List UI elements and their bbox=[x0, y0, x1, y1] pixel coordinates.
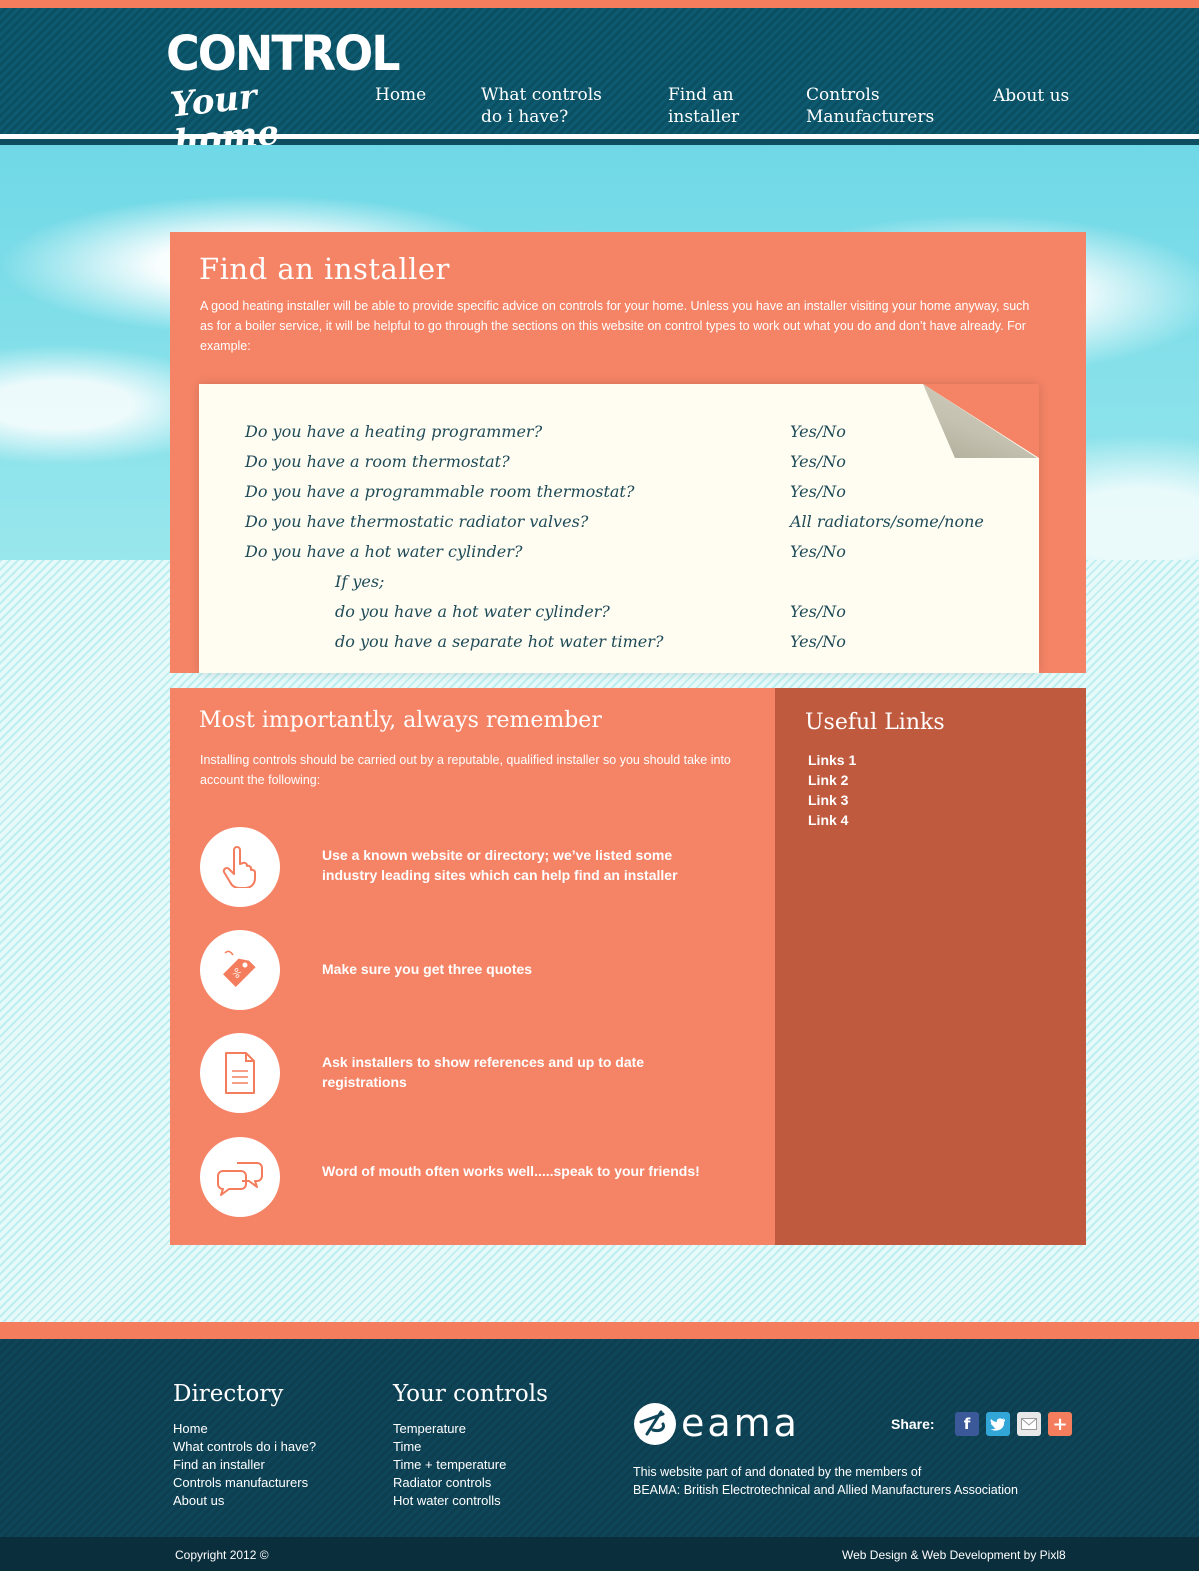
footer-controls-title: Your controls bbox=[393, 1381, 548, 1407]
twitter-icon[interactable] bbox=[986, 1412, 1010, 1436]
answer-text: Yes/No bbox=[790, 602, 846, 621]
credit-link[interactable]: Web Design & Web Development by Pixl8 bbox=[842, 1548, 1066, 1562]
footer-link[interactable]: Radiator controls bbox=[393, 1474, 506, 1492]
tip-text: Use a known website or directory; we’ve … bbox=[322, 847, 678, 883]
question-text: Do you have thermostatic radiator valves… bbox=[245, 512, 589, 531]
remember-title: Most importantly, always remember bbox=[199, 708, 602, 733]
beama-logo-mark: eama bbox=[634, 1401, 800, 1445]
plus-icon[interactable]: + bbox=[1048, 1412, 1072, 1436]
useful-link[interactable]: Link 2 bbox=[808, 770, 856, 790]
facebook-icon[interactable]: f bbox=[955, 1412, 979, 1436]
answer-text: Yes/No bbox=[790, 452, 846, 471]
tip-text: Word of mouth often works well.....speak… bbox=[322, 1163, 700, 1179]
find-intro-text: A good heating installer will be able to… bbox=[200, 299, 1030, 353]
answer-text: Yes/No bbox=[790, 482, 846, 501]
question-text: Do you have a room thermostat? bbox=[245, 452, 510, 471]
question-text: do you have a separate hot water timer? bbox=[335, 632, 664, 651]
nav-find-label-2: installer bbox=[668, 107, 740, 127]
footer-link[interactable]: Time bbox=[393, 1438, 506, 1456]
nav-about-us[interactable]: About us bbox=[993, 85, 1069, 107]
tip-text: Ask installers to show references and up… bbox=[322, 1054, 645, 1090]
tip-icon-circle bbox=[200, 1033, 280, 1113]
footer-link[interactable]: Temperature bbox=[393, 1420, 506, 1438]
useful-link[interactable]: Link 3 bbox=[808, 790, 856, 810]
footer-link[interactable]: Home bbox=[173, 1420, 316, 1438]
copyright-text: Copyright 2012 © bbox=[175, 1548, 269, 1562]
nav-manufacturers-label-2: Manufacturers bbox=[806, 107, 935, 127]
document-icon bbox=[225, 1052, 255, 1094]
nav-manufacturers-label-1: Controls bbox=[806, 85, 880, 105]
remember-panel: Most importantly, always remember Instal… bbox=[170, 688, 775, 1245]
question-text: Do you have a heating programmer? bbox=[245, 422, 543, 441]
page-title: Find an installer bbox=[199, 252, 450, 286]
useful-links-title: Useful Links bbox=[805, 710, 945, 735]
answer-text: All radiators/some/none bbox=[790, 512, 984, 531]
nav-home-label: Home bbox=[375, 85, 427, 105]
nav-find-label-1: Find an bbox=[668, 85, 734, 105]
beama-logo-text: eama bbox=[681, 1401, 800, 1445]
nav-about-label: About us bbox=[993, 86, 1070, 106]
useful-link[interactable]: Link 4 bbox=[808, 810, 856, 830]
beama-line-1: This website part of and donated by the … bbox=[633, 1465, 922, 1479]
nav-find-installer[interactable]: Find an installer bbox=[668, 84, 739, 128]
nav-what-controls-label-2: do i have? bbox=[481, 107, 569, 127]
question-text: If yes; bbox=[335, 572, 385, 591]
footer-directory-list: Home What controls do i have? Find an in… bbox=[173, 1420, 316, 1510]
question-text: Do you have a programmable room thermost… bbox=[245, 482, 635, 501]
question-note-card: Do you have a heating programmer? Yes/No… bbox=[199, 384, 1039, 673]
footer-link[interactable]: Hot water controlls bbox=[393, 1492, 506, 1510]
footer-accent-stripe bbox=[0, 1322, 1199, 1339]
useful-links-panel: Useful Links Links 1 Link 2 Link 3 Link … bbox=[775, 688, 1086, 1245]
answer-text: Yes/No bbox=[790, 542, 846, 561]
footer-controls-list: Temperature Time Time + temperature Radi… bbox=[393, 1420, 506, 1510]
twitter-bird-glyph bbox=[990, 1418, 1005, 1431]
nav-home[interactable]: Home bbox=[375, 84, 426, 106]
remember-intro-text: Installing controls should be carried ou… bbox=[200, 753, 731, 787]
footer-link[interactable]: What controls do i have? bbox=[173, 1438, 316, 1456]
answer-text: Yes/No bbox=[790, 422, 846, 441]
top-accent-stripe bbox=[0, 0, 1199, 8]
question-text: Do you have a hot water cylinder? bbox=[245, 542, 523, 561]
email-icon[interactable] bbox=[1017, 1412, 1041, 1436]
find-installer-panel: Find an installer A good heating install… bbox=[170, 232, 1086, 673]
footer-link[interactable]: Find an installer bbox=[173, 1456, 316, 1474]
share-label: Share: bbox=[891, 1416, 935, 1432]
speech-bubbles-icon bbox=[217, 1162, 263, 1196]
beama-logo[interactable]: eama bbox=[633, 1400, 823, 1448]
tip-icon-circle bbox=[200, 827, 280, 907]
footer-link[interactable]: Time + temperature bbox=[393, 1456, 506, 1474]
useful-link[interactable]: Links 1 bbox=[808, 750, 856, 770]
footer-link[interactable]: About us bbox=[173, 1492, 316, 1510]
tip-icon-circle: % bbox=[200, 930, 280, 1010]
envelope-glyph bbox=[1021, 1418, 1037, 1430]
footer-directory-title: Directory bbox=[173, 1381, 284, 1407]
footer-link[interactable]: Controls manufacturers bbox=[173, 1474, 316, 1492]
question-text: do you have a hot water cylinder? bbox=[335, 602, 610, 621]
site-logo[interactable]: CONTROL Your home bbox=[166, 27, 401, 164]
tip-icon-circle bbox=[200, 1137, 280, 1217]
hand-pointer-icon bbox=[222, 846, 256, 888]
nav-manufacturers[interactable]: Controls Manufacturers bbox=[806, 84, 934, 128]
answer-text: Yes/No bbox=[790, 632, 846, 651]
tip-text: Make sure you get three quotes bbox=[322, 961, 533, 977]
price-tag-icon: % bbox=[223, 950, 256, 987]
useful-links-list: Links 1 Link 2 Link 3 Link 4 bbox=[808, 750, 856, 830]
beama-description: This website part of and donated by the … bbox=[633, 1463, 1083, 1499]
beama-line-2: BEAMA: British Electrotechnical and Alli… bbox=[633, 1483, 1018, 1497]
nav-what-controls-label-1: What controls bbox=[481, 85, 602, 105]
nav-what-controls[interactable]: What controls do i have? bbox=[481, 84, 602, 128]
